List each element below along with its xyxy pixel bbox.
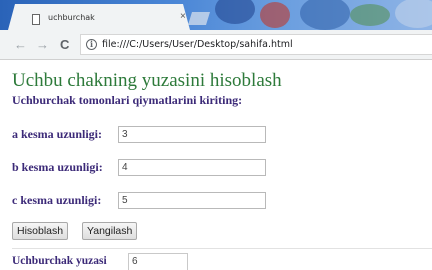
browser-tab[interactable]: uchburchak × xyxy=(8,4,190,30)
side-b-label: b kesma uzunligi: xyxy=(12,160,103,174)
url-text[interactable]: file:///C:/Users/User/Desktop/sahifa.htm… xyxy=(102,39,293,50)
side-c-label: c kesma uzunligi: xyxy=(12,193,102,207)
side-a-label: a kesma uzunligi: xyxy=(12,127,103,141)
reload-icon[interactable]: C xyxy=(60,37,69,52)
browser-toolbar: ← → C i file:///C:/Users/User/Desktop/sa… xyxy=(0,30,432,60)
result-label: Uchburchak yuzasi xyxy=(12,255,107,267)
divider xyxy=(12,248,432,249)
side-b-input[interactable] xyxy=(118,159,266,176)
forward-icon[interactable]: → xyxy=(36,37,49,52)
calculate-button[interactable]: Hisoblash xyxy=(12,222,69,240)
page-icon xyxy=(32,14,40,25)
tab-title: uchburchak xyxy=(48,13,95,22)
result-output: 6 xyxy=(128,253,188,270)
back-icon[interactable]: ← xyxy=(14,37,27,52)
address-bar[interactable]: i file:///C:/Users/User/Desktop/sahifa.h… xyxy=(80,34,432,55)
info-icon[interactable]: i xyxy=(86,39,97,50)
browser-tab-strip: uchburchak × xyxy=(0,0,432,30)
side-a-input[interactable] xyxy=(118,126,266,143)
new-tab-button[interactable] xyxy=(188,12,210,25)
tab-close-icon[interactable]: × xyxy=(180,11,186,22)
side-c-input[interactable] xyxy=(118,192,266,209)
reset-button[interactable]: Yangilash xyxy=(82,222,138,240)
instructions-text: Uchburchak tomonlari qiymatlarini kiriti… xyxy=(12,93,243,107)
page-title: Uchbu chakning yuzasini hisoblash xyxy=(12,70,282,91)
